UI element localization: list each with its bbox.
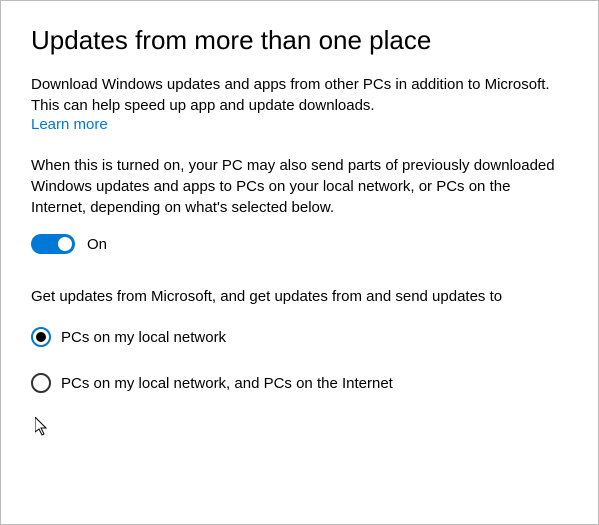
radio-label-internet: PCs on my local network, and PCs on the … xyxy=(61,375,393,392)
mouse-cursor-icon xyxy=(35,417,51,437)
radio-local-network[interactable]: PCs on my local network xyxy=(31,327,568,347)
radio-label-local: PCs on my local network xyxy=(61,329,226,346)
learn-more-link[interactable]: Learn more xyxy=(31,116,108,133)
radio-icon xyxy=(31,373,51,393)
radio-local-and-internet[interactable]: PCs on my local network, and PCs on the … xyxy=(31,373,568,393)
toggle-label: On xyxy=(87,236,107,253)
page-title: Updates from more than one place xyxy=(31,25,568,56)
toggle-knob xyxy=(58,237,72,251)
radio-icon xyxy=(31,327,51,347)
delivery-toggle-row: On xyxy=(31,234,568,254)
intro-text: Download Windows updates and apps from o… xyxy=(31,74,568,116)
delivery-toggle[interactable] xyxy=(31,234,75,254)
radio-intro-text: Get updates from Microsoft, and get upda… xyxy=(31,286,568,307)
description-text: When this is turned on, your PC may also… xyxy=(31,155,568,218)
